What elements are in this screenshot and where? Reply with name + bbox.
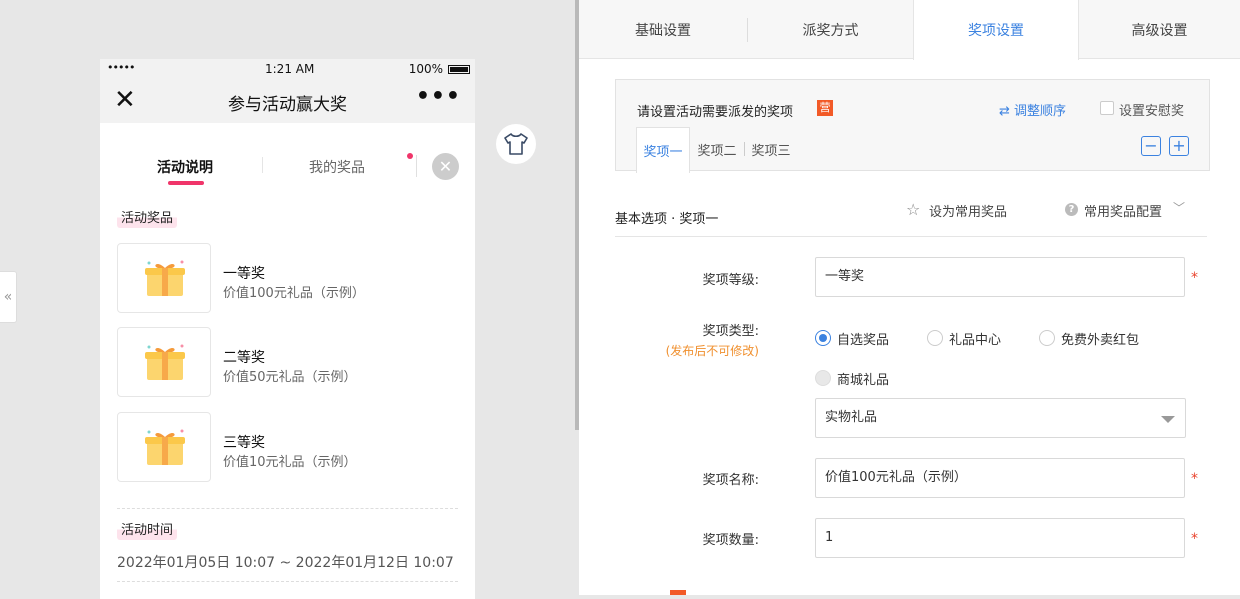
close-circle-icon[interactable]: ✕: [432, 153, 459, 180]
caret-down-icon: [1161, 416, 1175, 423]
prize-name: 三等奖: [223, 435, 265, 451]
prize-desc: 价值10元礼品（示例）: [223, 455, 357, 470]
prize-thumbnail: [117, 327, 211, 397]
activity-tabs: 活动说明 我的奖品 ✕: [100, 123, 475, 193]
prize-tab-1[interactable]: 奖项一: [636, 127, 690, 173]
set-favorite-link[interactable]: 设为常用奖品: [929, 201, 1007, 220]
prize-item: 三等奖 价值10元礼品（示例）: [117, 412, 457, 484]
swap-icon: ⇄: [999, 104, 1015, 119]
quantity-label: 奖项数量:: [702, 533, 759, 548]
adjust-order-label: 调整顺序: [1014, 104, 1067, 119]
prize-name: 二等奖: [223, 350, 265, 366]
divider: [117, 581, 458, 582]
radio-label: 免费外卖红包: [1061, 333, 1140, 348]
settings-tabs: 基础设置 派奖方式 奖项设置 高级设置: [579, 0, 1240, 60]
prize-tab-2[interactable]: 奖项二: [692, 127, 742, 172]
radio-label: 自选奖品: [837, 333, 890, 348]
shirt-icon: [504, 133, 528, 155]
status-bar: ••••• 1:21 AM 100%: [100, 59, 475, 79]
level-label: 奖项等级:: [702, 273, 759, 288]
gift-icon: [145, 429, 185, 465]
tab-divider: [262, 157, 263, 173]
radio-gift-center[interactable]: [927, 330, 943, 346]
marketing-badge: 营: [817, 100, 833, 116]
notification-dot: [407, 153, 413, 159]
prize-name: 一等奖: [223, 266, 265, 282]
quantity-input[interactable]: 1: [815, 518, 1185, 558]
remove-prize-button[interactable]: −: [1141, 136, 1161, 156]
question-icon: ?: [1065, 203, 1078, 216]
prize-tab-3[interactable]: 奖项三: [746, 127, 796, 172]
required-mark: *: [1191, 471, 1198, 487]
mini-nav-bar: ✕ 参与活动赢大奖 •••: [100, 79, 475, 123]
prize-desc: 价值100元礼品（示例）: [223, 286, 365, 301]
time-section-label: 活动时间: [117, 517, 178, 540]
tab-my-prizes[interactable]: 我的奖品: [309, 157, 365, 177]
radio-takeout-redpacket[interactable]: [1039, 330, 1055, 346]
phone-preview: ••••• 1:21 AM 100% ✕ 参与活动赢大奖 ••• 活动说明 我的…: [100, 59, 475, 599]
tab-divider: [416, 155, 417, 177]
radio-label: 礼品中心: [949, 333, 1002, 348]
battery-percent: 100%: [408, 62, 443, 76]
badge-icon: [670, 590, 686, 595]
consolation-checkbox[interactable]: [1100, 101, 1114, 115]
more-icon[interactable]: •••: [416, 84, 461, 109]
prize-desc: 价值50元礼品（示例）: [223, 370, 357, 385]
theme-button[interactable]: [496, 124, 536, 164]
subtype-value: 实物礼品: [825, 410, 878, 425]
prize-tier-box: 请设置活动需要派发的奖项 营 ⇄ 调整顺序 设置安慰奖 奖项一 奖项二 奖项三 …: [615, 79, 1210, 173]
prize-section-label: 活动奖品: [117, 205, 178, 228]
divider: [615, 236, 1207, 237]
collapse-panel-button[interactable]: «: [0, 271, 17, 323]
active-tab-indicator: [168, 181, 204, 185]
chevron-down-icon[interactable]: ﹀: [1173, 199, 1185, 216]
gift-icon: [145, 260, 185, 296]
tab-basic-settings[interactable]: 基础设置: [579, 0, 747, 59]
section-title: 基本选项 · 奖项一: [615, 212, 719, 227]
tab-divider: [744, 142, 745, 156]
settings-panel: 基础设置 派奖方式 奖项设置 高级设置 请设置活动需要派发的奖项 营 ⇄ 调整顺…: [579, 0, 1240, 595]
gift-icon: [145, 344, 185, 380]
radio-mall-gift[interactable]: [815, 370, 831, 386]
required-mark: *: [1191, 531, 1198, 547]
divider: [117, 508, 458, 509]
radio-label: 商城礼品: [837, 373, 890, 388]
favorite-config-dropdown[interactable]: 常用奖品配置: [1084, 201, 1162, 220]
battery-icon: [448, 65, 470, 74]
double-chevron-left-icon: «: [3, 289, 13, 305]
status-time: 1:21 AM: [265, 62, 315, 76]
tab-activity-info[interactable]: 活动说明: [157, 157, 213, 177]
prize-box-title: 请设置活动需要派发的奖项: [637, 105, 794, 120]
type-hint: (发布后不可修改): [665, 344, 759, 358]
activity-time-range: 2022年01月05日 10:07 ~ 2022年01月12日 10:07: [117, 555, 454, 571]
name-label: 奖项名称:: [702, 473, 759, 488]
subtype-select[interactable]: 实物礼品: [815, 398, 1186, 438]
required-mark: *: [1191, 270, 1198, 286]
prize-thumbnail: [117, 412, 211, 482]
adjust-order-link[interactable]: ⇄ 调整顺序: [999, 100, 1066, 119]
prize-item: 一等奖 价值100元礼品（示例）: [117, 243, 457, 315]
prize-thumbnail: [117, 243, 211, 313]
radio-custom-prize[interactable]: [815, 330, 831, 346]
tab-distribution[interactable]: 派奖方式: [748, 0, 913, 59]
star-icon[interactable]: ☆: [906, 200, 920, 219]
signal-indicator: •••••: [107, 61, 135, 74]
add-prize-button[interactable]: +: [1169, 136, 1189, 156]
level-input[interactable]: 一等奖: [815, 257, 1185, 297]
prize-item: 二等奖 价值50元礼品（示例）: [117, 327, 457, 399]
type-label: 奖项类型:: [702, 324, 759, 339]
name-input[interactable]: 价值100元礼品（示例）: [815, 458, 1185, 498]
consolation-label: 设置安慰奖: [1119, 104, 1185, 119]
tab-prize-settings[interactable]: 奖项设置: [913, 0, 1079, 60]
tab-advanced-settings[interactable]: 高级设置: [1079, 0, 1240, 59]
